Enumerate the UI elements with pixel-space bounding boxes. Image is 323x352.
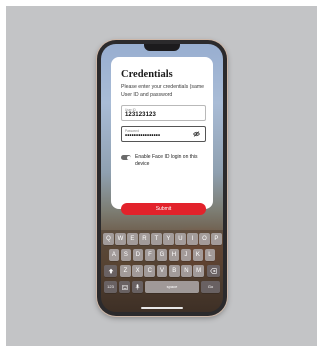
key-j[interactable]: J <box>180 249 192 261</box>
key-k[interactable]: K <box>192 249 204 261</box>
shift-icon <box>108 268 113 274</box>
key-t[interactable]: T <box>151 233 162 245</box>
go-key[interactable]: Go <box>201 281 220 293</box>
keyboard-row-3: ZXCVBNM <box>101 265 223 278</box>
toggle-knob <box>126 155 131 160</box>
user-id-label: User ID <box>125 107 136 112</box>
key-h[interactable]: H <box>168 249 180 261</box>
key-s[interactable]: S <box>120 249 132 261</box>
key-d[interactable]: D <box>132 249 144 261</box>
face-id-toggle[interactable] <box>121 155 131 160</box>
key-b[interactable]: B <box>168 265 180 277</box>
key-g[interactable]: G <box>156 249 168 261</box>
emoji-key[interactable] <box>119 281 130 293</box>
password-label: Password <box>125 128 139 133</box>
user-id-field[interactable]: User ID 123123123 <box>121 105 206 121</box>
face-id-label: Enable Face ID login on this device <box>135 154 198 167</box>
hide-password-icon[interactable] <box>193 131 200 137</box>
key-w[interactable]: W <box>115 233 126 245</box>
backspace-key[interactable] <box>207 265 220 277</box>
submit-button[interactable]: Submit <box>121 203 206 215</box>
password-value: •••••••••••••••• <box>125 133 161 139</box>
key-v[interactable]: V <box>156 265 168 277</box>
numbers-key[interactable]: 123 <box>104 281 117 293</box>
key-z[interactable]: Z <box>120 265 131 277</box>
backspace-icon <box>210 268 217 274</box>
key-q[interactable]: Q <box>103 233 114 245</box>
keyboard-row-4: 123 space Go <box>101 281 223 294</box>
keyboard-icon <box>121 284 128 290</box>
user-id-value: 123123123 <box>125 112 156 118</box>
phone-frame: Credentials Please enter your credential… <box>97 40 227 316</box>
shift-key[interactable] <box>104 265 117 277</box>
key-x[interactable]: X <box>132 265 143 277</box>
home-indicator <box>141 307 183 309</box>
key-a[interactable]: A <box>108 249 120 261</box>
password-field[interactable]: Password •••••••••••••••• <box>121 126 206 142</box>
key-e[interactable]: E <box>127 233 138 245</box>
keyboard: QWERTYUIOP ASDFGHJKL ZXCVBNM 123 space G… <box>101 230 223 312</box>
key-r[interactable]: R <box>139 233 150 245</box>
notch <box>144 44 180 51</box>
key-o[interactable]: O <box>199 233 210 245</box>
instructions-text: Please enter your credentials (same User… <box>121 84 205 98</box>
key-m[interactable]: M <box>193 265 204 277</box>
key-n[interactable]: N <box>181 265 192 277</box>
phone-screen: Credentials Please enter your credential… <box>101 44 223 312</box>
key-y[interactable]: Y <box>163 233 174 245</box>
key-c[interactable]: C <box>144 265 156 277</box>
space-key[interactable]: space <box>145 281 199 293</box>
credentials-card: Credentials Please enter your credential… <box>111 57 213 209</box>
key-l[interactable]: L <box>204 249 216 261</box>
microphone-key[interactable] <box>132 281 143 293</box>
page-title: Credentials <box>121 69 173 80</box>
keyboard-row-2: ASDFGHJKL <box>101 249 223 262</box>
keyboard-row-1: QWERTYUIOP <box>101 233 223 246</box>
key-f[interactable]: F <box>144 249 156 261</box>
microphone-icon <box>135 284 140 290</box>
key-u[interactable]: U <box>175 233 186 245</box>
key-p[interactable]: P <box>211 233 222 245</box>
key-i[interactable]: I <box>187 233 198 245</box>
